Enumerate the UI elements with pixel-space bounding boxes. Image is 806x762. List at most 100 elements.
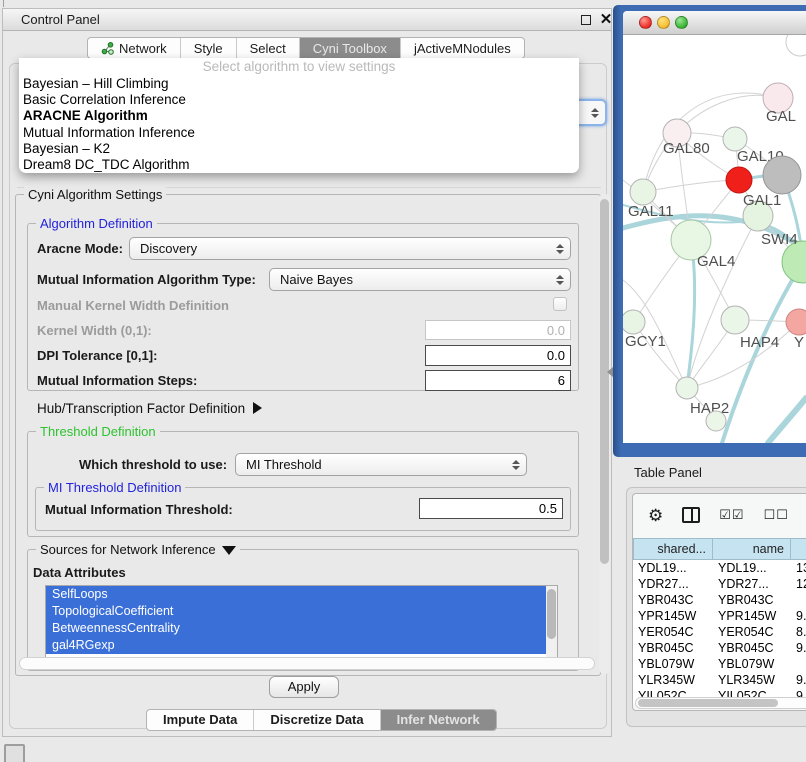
table-cell: YBR043C [713, 592, 791, 608]
algorithm-option[interactable]: Bayesian – Hill Climbing [19, 76, 579, 92]
table-cell: YPR145W [713, 608, 791, 624]
node-label-hap4: HAP4 [740, 334, 779, 351]
network-icon [101, 42, 114, 55]
select-all-icon[interactable]: ☑☑ [719, 507, 744, 523]
hub-definition-expander[interactable]: Hub/Transcription Factor Definition [37, 401, 262, 416]
mi-threshold-field[interactable] [419, 498, 563, 519]
attribute-item[interactable]: SelfLoops [46, 586, 557, 603]
attributes-list-scrollbar[interactable] [546, 586, 557, 658]
threshold-definition-title: Threshold Definition [36, 424, 160, 439]
table-cell [791, 592, 806, 608]
table-toolbar: ⚙ ☑☑ ☐☐ [633, 494, 806, 536]
settings-vertical-scrollbar[interactable] [599, 194, 610, 674]
which-threshold-combobox[interactable]: MI Threshold [235, 453, 527, 476]
tab-jactivemnodules[interactable]: jActiveMNodules [401, 38, 524, 58]
tab-select[interactable]: Select [237, 38, 300, 58]
algorithm-option[interactable]: Bayesian – K2 [19, 141, 579, 157]
mi-algorithm-type-combobox[interactable]: Naive Bayes [269, 268, 571, 291]
table-cell: YBR043C [633, 592, 713, 608]
zoom-traffic-light-icon[interactable] [675, 16, 688, 29]
network-window-titlebar[interactable] [623, 11, 806, 35]
mi-algorithm-type-label: Mutual Information Algorithm Type: [37, 272, 256, 287]
apply-button[interactable]: Apply [269, 676, 339, 698]
float-window-icon[interactable] [581, 15, 591, 25]
table-cell: YBR045C [633, 640, 713, 656]
table-cell: 12 [791, 576, 806, 592]
gear-icon[interactable]: ⚙ [648, 507, 663, 524]
table-row[interactable]: YDL19...YDL19...13 [633, 560, 806, 576]
algorithm-dropdown-placeholder: Select algorithm to view settings [19, 59, 579, 76]
algorithm-option[interactable]: ARACNE Algorithm [19, 108, 579, 124]
column-header-3[interactable]: A [791, 538, 806, 560]
table-row[interactable]: YBL079WYBL079W [633, 656, 806, 672]
algorithm-option[interactable]: Mutual Information Inference [19, 125, 579, 141]
network-node-loop-circle[interactable] [786, 35, 806, 56]
mi-threshold-label: Mutual Information Threshold: [45, 502, 233, 517]
table-horizontal-scrollbar[interactable] [635, 697, 806, 709]
algorithm-option[interactable]: Basic Correlation Inference [19, 92, 579, 108]
network-canvas[interactable]: GALGAL80GAL10GAL11GAL1GAL4SWI4GCY1HAP4YH… [623, 35, 806, 443]
minimize-traffic-light-icon[interactable] [657, 16, 670, 29]
node-label-swi4: SWI4 [761, 231, 798, 248]
attribute-item[interactable]: gal4RGexp [46, 637, 557, 654]
table-row[interactable]: YBR045CYBR045C9. [633, 640, 806, 656]
table-row[interactable]: YER054CYER054C8. [633, 624, 806, 640]
column-header-2[interactable]: name [713, 538, 791, 560]
manual-kernel-width-label: Manual Kernel Width Definition [37, 298, 229, 313]
deselect-all-icon[interactable]: ☐☐ [764, 507, 789, 523]
control-panel-titlebar[interactable]: Control Panel ✕ [3, 9, 611, 31]
network-node-hap2[interactable] [676, 377, 698, 399]
dock-corner-button[interactable] [4, 744, 25, 762]
network-node-gal11[interactable] [630, 179, 656, 205]
splitpane-grip-icon[interactable] [607, 367, 613, 377]
tab-impute-data[interactable]: Impute Data [147, 710, 254, 730]
data-attributes-list[interactable]: SelfLoopsTopologicalCoefficientBetweenne… [45, 585, 558, 659]
control-panel-title: Control Panel [21, 9, 100, 31]
node-table: shared...nameA YDL19...YDL19...13YDR27..… [633, 538, 806, 704]
which-threshold-label: Which threshold to use: [79, 457, 227, 472]
tab-cyni-toolbox[interactable]: Cyni Toolbox [300, 38, 401, 58]
settings-horizontal-scrollbar[interactable] [19, 657, 595, 670]
table-panel: ⚙ ☑☑ ☐☐ shared...nameA YDL19...YDL19...1… [632, 493, 806, 711]
combobox-arrows-icon [512, 454, 520, 475]
network-node-gcy1[interactable] [623, 310, 645, 334]
close-icon[interactable]: ✕ [599, 10, 613, 30]
close-traffic-light-icon[interactable] [639, 16, 652, 29]
aracne-mode-value: Discovery [140, 241, 197, 256]
columns-icon[interactable] [682, 507, 700, 523]
mi-steps-field[interactable] [425, 370, 571, 391]
table-cell: YBL079W [633, 656, 713, 672]
tab-label: Select [250, 41, 286, 56]
table-cell: YDL19... [713, 560, 791, 576]
node-label-salmon-node: Y [794, 334, 804, 351]
tab-style[interactable]: Style [181, 38, 237, 58]
network-edge[interactable] [643, 180, 739, 192]
network-edge[interactable] [768, 398, 806, 443]
tab-discretize-data[interactable]: Discretize Data [254, 710, 380, 730]
node-label-gal1: GAL1 [743, 192, 781, 209]
table-cell: 13 [791, 560, 806, 576]
network-node-gray-node[interactable] [763, 156, 801, 194]
tab-label: Cyni Toolbox [313, 41, 387, 56]
table-row[interactable]: YLR345WYLR345W9. [633, 672, 806, 688]
aracne-mode-combobox[interactable]: Discovery [129, 237, 571, 260]
cyni-bottom-tabbar: Impute DataDiscretize DataInfer Network [146, 709, 497, 731]
algorithm-option[interactable]: Dream8 DC_TDC Algorithm [19, 157, 579, 173]
attribute-item[interactable]: BetweennessCentrality [46, 620, 557, 637]
tab-infer-network[interactable]: Infer Network [381, 710, 496, 730]
dpi-tolerance-field[interactable] [425, 345, 571, 366]
aracne-mode-label: Aracne Mode: [37, 241, 123, 256]
tab-network[interactable]: Network [88, 38, 181, 58]
column-header-1[interactable]: shared... [633, 538, 713, 560]
network-node-hap4[interactable] [721, 306, 749, 334]
attribute-item[interactable]: TopologicalCoefficient [46, 603, 557, 620]
table-row[interactable]: YBR043CYBR043C [633, 592, 806, 608]
table-row[interactable]: YPR145WYPR145W9. [633, 608, 806, 624]
sources-group-title[interactable]: Sources for Network Inference [36, 542, 240, 557]
network-view-inner: GALGAL80GAL10GAL11GAL1GAL4SWI4GCY1HAP4YH… [623, 11, 806, 443]
network-node-bottom-node[interactable] [706, 411, 726, 431]
network-node-red-node[interactable] [726, 167, 752, 193]
table-row[interactable]: YDR27...YDR27...12 [633, 576, 806, 592]
table-rows: YDL19...YDL19...13YDR27...YDR27...12YBR0… [633, 560, 806, 704]
algorithm-dropdown-popup: Select algorithm to view settings Bayesi… [19, 58, 579, 173]
